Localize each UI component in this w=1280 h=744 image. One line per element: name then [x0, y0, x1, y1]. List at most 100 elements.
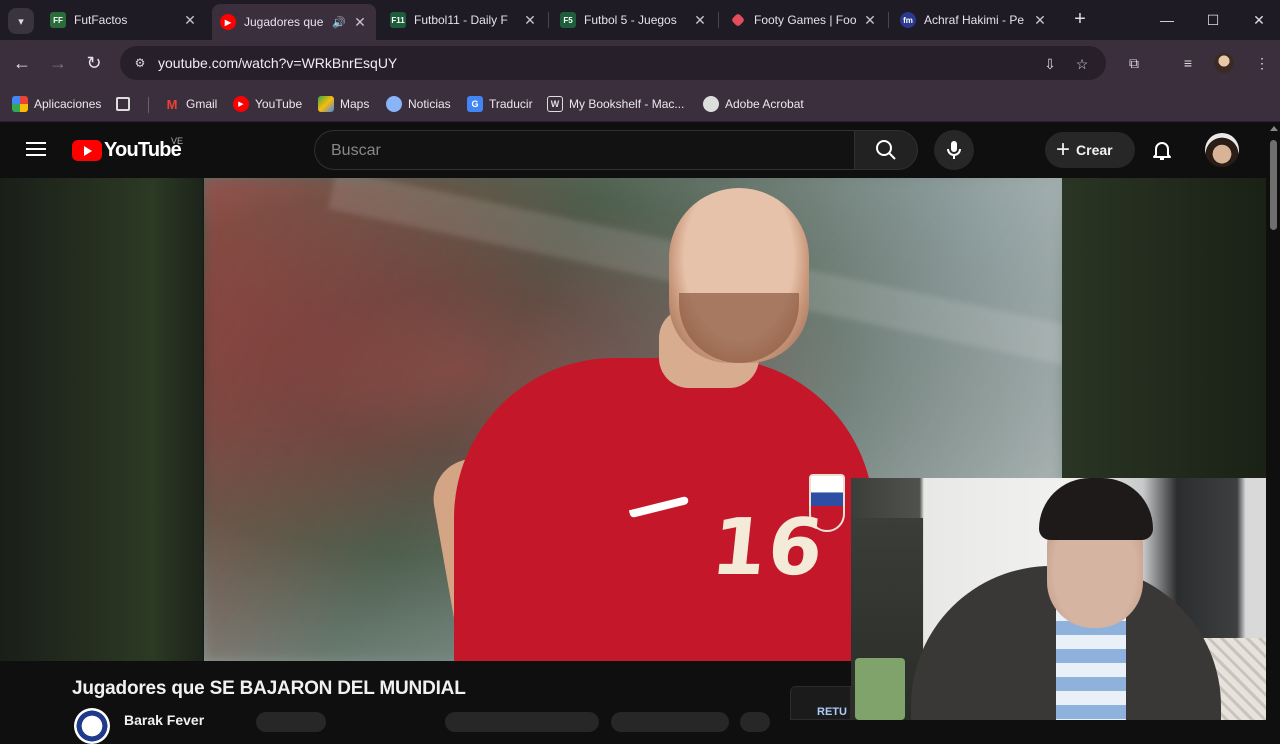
bookmark-gmail[interactable]: M Gmail	[164, 95, 218, 113]
hamburger-menu-icon[interactable]	[24, 138, 48, 162]
bookmark-label: Noticias	[408, 97, 451, 111]
tab-title: Footy Games | Foo	[754, 13, 856, 27]
maximize-icon[interactable]: ☐	[1198, 8, 1228, 32]
more-actions-button[interactable]	[740, 712, 770, 732]
bookmark-noticias[interactable]: Noticias	[386, 95, 451, 113]
channel-name[interactable]: Barak Fever	[124, 712, 204, 728]
bookmark-label: Aplicaciones	[34, 97, 102, 111]
notifications-bell-icon[interactable]	[1150, 138, 1174, 162]
bookmark-youtube[interactable]: ▶ YouTube	[233, 95, 302, 113]
bookmark-star-icon[interactable]: ☆	[1072, 54, 1092, 74]
close-tab-icon[interactable]: ✕	[1032, 12, 1048, 29]
youtube-play-logo-icon	[72, 140, 102, 161]
media-controls-icon[interactable]: ≡	[1176, 52, 1200, 74]
bookmark-grid[interactable]	[116, 95, 136, 113]
profile-avatar-icon[interactable]	[1214, 53, 1234, 73]
microphone-icon	[947, 141, 961, 159]
youtube-icon: ▶	[233, 96, 249, 112]
tab-separator	[548, 12, 549, 28]
tab-futbol11[interactable]: F11 Futbol11 - Daily F ✕	[382, 4, 546, 36]
webcam-person-hair	[1039, 478, 1153, 540]
tab-strip: ▾ FF FutFactos ✕ ▶ Jugadores que 🔊 ✕ F11…	[0, 0, 1280, 40]
subscribe-button[interactable]	[256, 712, 326, 732]
close-tab-icon[interactable]: ✕	[182, 12, 198, 29]
close-tab-icon[interactable]: ✕	[522, 12, 538, 29]
grid-icon	[116, 97, 130, 111]
tab-futfactos[interactable]: FF FutFactos ✕	[42, 4, 206, 36]
translate-icon: G	[467, 96, 483, 112]
minimize-icon[interactable]: —	[1152, 8, 1182, 32]
tab-separator	[718, 12, 719, 28]
url-text[interactable]: youtube.com/watch?v=WRkBnrEsqUY	[158, 55, 397, 71]
scroll-up-arrow-icon[interactable]	[1270, 126, 1278, 131]
bookmarks-bar: Aplicaciones M Gmail ▶ YouTube Maps Noti…	[0, 86, 1280, 122]
bookmark-aplicaciones[interactable]: Aplicaciones	[12, 95, 101, 113]
maps-icon	[318, 96, 334, 112]
bookmark-maps[interactable]: Maps	[318, 95, 369, 113]
close-tab-icon[interactable]: ✕	[692, 12, 708, 29]
share-button[interactable]	[611, 712, 729, 732]
tab-title: FutFactos	[74, 13, 128, 27]
futbol5-favicon-icon: F5	[560, 12, 576, 28]
forward-icon[interactable]: →	[46, 52, 70, 76]
close-window-icon[interactable]: ✕	[1244, 8, 1274, 32]
tab-separator	[888, 12, 889, 28]
voice-search-button[interactable]	[934, 130, 974, 170]
youtube-favicon-icon: ▶	[220, 14, 236, 30]
youtube-header: YouTube VE + Crear	[0, 122, 1280, 178]
footy-games-favicon-icon	[730, 12, 746, 28]
back-icon[interactable]: ←	[10, 52, 34, 76]
country-code: VE	[171, 136, 184, 146]
audio-playing-icon[interactable]: 🔊	[332, 16, 346, 29]
bookshelf-icon: W	[547, 96, 563, 112]
tab-youtube-active[interactable]: ▶ Jugadores que 🔊 ✕	[212, 4, 376, 40]
tab-title: Futbol 5 - Juegos	[584, 13, 677, 27]
reload-icon[interactable]: ↻	[82, 52, 106, 76]
futfactos-favicon-icon: FF	[50, 12, 66, 28]
fotmob-favicon-icon: fm	[900, 12, 916, 28]
search-box[interactable]	[314, 130, 854, 170]
create-button[interactable]: + Crear	[1045, 132, 1135, 168]
youtube-logo[interactable]: YouTube	[72, 139, 182, 162]
bookmark-label: Gmail	[186, 97, 218, 111]
video-title: Jugadores que SE BAJARON DEL MUNDIAL	[72, 678, 466, 699]
acrobat-icon	[703, 96, 719, 112]
close-tab-icon[interactable]: ✕	[352, 14, 368, 31]
tab-title: Jugadores que	[244, 15, 324, 29]
install-app-icon[interactable]: ⇩	[1040, 54, 1060, 74]
scrollbar-thumb[interactable]	[1270, 140, 1277, 230]
jersey-number: 16	[707, 503, 830, 593]
tab-title: Achraf Hakimi - Pe	[924, 13, 1025, 27]
bookmark-label: Maps	[340, 97, 370, 111]
bookmark-label: My Bookshelf - Mac...	[569, 97, 685, 111]
browser-toolbar: ← → ↻ ⚙ youtube.com/watch?v=WRkBnrEsqUY …	[0, 40, 1280, 86]
channel-avatar[interactable]	[74, 708, 110, 744]
menu-kebab-icon[interactable]: ⋮	[1250, 52, 1274, 74]
tab-futbol5[interactable]: F5 Futbol 5 - Juegos ✕	[552, 4, 716, 36]
new-tab-icon[interactable]: +	[1068, 8, 1092, 32]
like-dislike-button[interactable]	[445, 712, 599, 732]
bookmark-traducir[interactable]: G Traducir	[467, 95, 533, 113]
address-bar[interactable]: ⚙ youtube.com/watch?v=WRkBnrEsqUY ⇩ ☆	[120, 46, 1106, 80]
futbol11-favicon-icon: F11	[390, 12, 406, 28]
bookmark-my-bookshelf[interactable]: W My Bookshelf - Mac...	[547, 95, 684, 113]
close-tab-icon[interactable]: ✕	[862, 12, 878, 29]
tab-title: Futbol11 - Daily F	[414, 13, 508, 27]
site-info-icon[interactable]: ⚙	[130, 53, 150, 73]
search-input[interactable]	[331, 140, 831, 162]
extensions-icon[interactable]: ⧉	[1122, 52, 1146, 74]
bookmark-adobe-acrobat[interactable]: Adobe Acrobat	[703, 95, 804, 113]
webcam-green-box	[855, 658, 905, 720]
bookmark-separator	[148, 97, 149, 113]
youtube-wordmark: YouTube	[104, 139, 182, 161]
bookmark-label: YouTube	[255, 97, 303, 111]
tab-achraf-hakimi[interactable]: fm Achraf Hakimi - Pe ✕	[892, 4, 1056, 36]
search-button[interactable]	[854, 130, 918, 170]
create-label: Crear	[1076, 142, 1113, 158]
ad-label: RETU	[817, 706, 847, 718]
tab-search-button[interactable]: ▾	[8, 8, 34, 34]
account-avatar[interactable]	[1205, 133, 1239, 167]
bookmark-label: Adobe Acrobat	[725, 97, 804, 111]
tab-footy-games[interactable]: Footy Games | Foo ✕	[722, 4, 886, 36]
gmail-icon: M	[166, 96, 178, 112]
